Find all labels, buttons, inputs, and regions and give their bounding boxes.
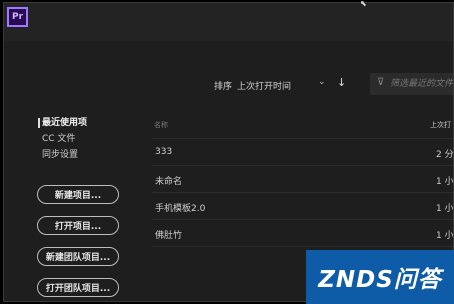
open-team-project-button[interactable]: 打开团队项目... (37, 278, 119, 297)
file-name: 手机模板2.0 (155, 204, 206, 214)
recent-files-table: 名称 上次打 333 2 分 未命名 1 小 手机模板2.0 1 小 佛肚竹 1… (152, 115, 454, 247)
column-header-opened[interactable]: 上次打 (430, 120, 451, 130)
file-opened-time: 1 小 (436, 177, 454, 187)
znds-watermark-logo: ZNDS问答 (306, 250, 454, 304)
table-row[interactable]: 未命名 1 小 (152, 166, 454, 193)
new-team-project-button[interactable]: 新建团队项目... (37, 247, 119, 266)
sidebar-item-recent[interactable]: 最近使用项 (38, 115, 87, 131)
open-project-button[interactable]: 打开项目... (37, 216, 119, 235)
file-opened-time: 1 小 (436, 204, 454, 214)
premiere-logo: Pr (7, 7, 28, 27)
sidebar: 最近使用项 CC 文件 同步设置 (38, 115, 87, 163)
sort-bar: 排序 上次打开时间 ⌄ ↓ ⊽ (4, 73, 453, 97)
file-opened-time: 1 小 (436, 231, 454, 241)
column-header-name[interactable]: 名称 (154, 120, 168, 130)
sort-label: 排序 (214, 82, 233, 92)
chevron-down-icon[interactable]: ⌄ (318, 77, 326, 87)
table-row[interactable]: 333 2 分 (152, 139, 454, 166)
sort-dropdown[interactable]: 上次打开时间 (237, 79, 291, 92)
mouse-cursor-icon: ⬉ (360, 0, 367, 8)
filter-icon: ⊽ (377, 77, 385, 88)
file-name: 333 (155, 147, 173, 157)
sidebar-item-sync-settings[interactable]: 同步设置 (38, 147, 87, 163)
arrow-down-icon[interactable]: ↓ (337, 76, 346, 89)
file-name: 未命名 (155, 177, 183, 187)
sidebar-item-label: 同步设置 (42, 150, 79, 160)
table-row[interactable]: 手机模板2.0 1 小 (152, 193, 454, 220)
sidebar-item-cc-files[interactable]: CC 文件 (38, 131, 87, 147)
watermark-text: ZNDS问答 (318, 267, 442, 293)
filter-input[interactable] (390, 76, 453, 92)
filter-box: ⊽ (370, 73, 453, 95)
sidebar-item-label: CC 文件 (42, 134, 76, 144)
file-opened-time: 2 分 (436, 150, 454, 160)
table-row[interactable]: 佛肚竹 1 小 (152, 220, 454, 247)
table-header: 名称 上次打 (152, 115, 453, 139)
file-name: 佛肚竹 (155, 231, 183, 241)
new-project-button[interactable]: 新建项目... (37, 185, 119, 204)
sidebar-item-label: 最近使用项 (42, 118, 88, 128)
title-bar: Pr (4, 3, 453, 41)
